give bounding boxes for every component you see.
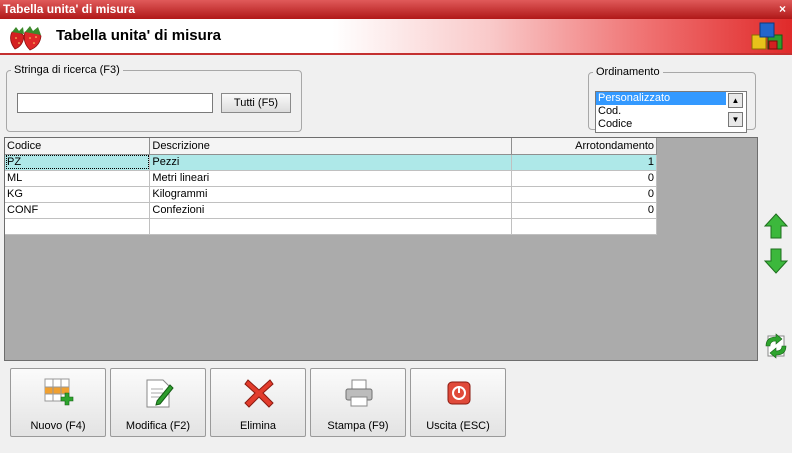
cell-code[interactable]: ML [5,170,151,187]
edit-button[interactable]: Modifica (F2) [110,368,206,437]
ordering-group: Ordinamento Personalizzato Cod. Codice ▲… [588,66,756,133]
search-input[interactable] [17,93,213,113]
edit-button-label: Modifica (F2) [125,420,191,432]
cell-description[interactable]: Pezzi [149,154,513,171]
refresh-icon[interactable] [763,332,789,360]
cell-description[interactable]: Confezioni [149,202,513,219]
window-title: Tabella unita' di misura [3,2,135,16]
close-icon[interactable]: × [779,0,786,19]
cell-description[interactable] [149,218,513,235]
window-titlebar: Tabella unita' di misura × [0,0,792,19]
units-table: Codice Descrizione Arrotondamento PZ Pez… [5,138,657,235]
print-button-label: Stampa (F9) [327,420,389,432]
units-grid-area: Codice Descrizione Arrotondamento PZ Pez… [4,137,758,361]
ordering-listbox[interactable]: Personalizzato Cod. Codice ▲ ▼ [595,91,747,133]
ordering-option[interactable]: Personalizzato [596,92,726,105]
edit-document-icon [146,379,174,408]
exit-button-label: Uscita (ESC) [426,420,490,432]
delete-x-icon [244,379,274,408]
cell-code[interactable]: KG [5,186,151,203]
header-banner: Tabella unita' di misura [0,19,792,55]
delete-button[interactable]: Elimina [210,368,306,437]
add-row-icon [44,378,74,406]
column-header-code[interactable]: Codice [5,138,151,155]
cell-code[interactable]: PZ [5,154,151,171]
cell-rounding[interactable]: 0 [511,170,657,187]
exit-button[interactable]: Uscita (ESC) [410,368,506,437]
cubes-icon [751,22,783,50]
arrow-up-icon[interactable] [763,212,789,240]
table-new-row[interactable] [5,218,657,235]
ordering-scrollbar[interactable]: ▲ ▼ [728,93,745,131]
ordering-legend: Ordinamento [596,66,660,78]
cell-code[interactable]: CONF [5,202,151,219]
scroll-down-icon[interactable]: ▼ [728,112,743,127]
table-row[interactable]: PZ Pezzi 1 [5,154,657,171]
column-header-description[interactable]: Descrizione [149,138,513,155]
delete-button-label: Elimina [239,420,277,432]
cell-rounding[interactable]: 1 [511,154,657,171]
ordering-option[interactable]: Cod. [596,105,726,118]
show-all-button[interactable]: Tutti (F5) [221,93,291,113]
new-button[interactable]: Nuovo (F4) [10,368,106,437]
print-button[interactable]: Stampa (F9) [310,368,406,437]
table-header-row: Codice Descrizione Arrotondamento [5,138,657,155]
table-row[interactable]: ML Metri lineari 0 [5,170,657,187]
search-legend: Stringa di ricerca (F3) [14,64,120,76]
cell-rounding[interactable]: 0 [511,202,657,219]
strawberry-icon [10,26,42,51]
cell-code[interactable] [5,218,151,235]
cell-rounding[interactable]: 0 [511,186,657,203]
cell-description[interactable]: Metri lineari [149,170,513,187]
table-row[interactable]: CONF Confezioni 0 [5,202,657,219]
column-header-rounding[interactable]: Arrotondamento [511,138,657,155]
table-row[interactable]: KG Kilogrammi 0 [5,186,657,203]
new-button-label: Nuovo (F4) [30,420,86,432]
cell-description[interactable]: Kilogrammi [149,186,513,203]
printer-icon [345,379,373,407]
ordering-option[interactable]: Codice [596,118,726,131]
page-title: Tabella unita' di misura [56,27,221,44]
scroll-up-icon[interactable]: ▲ [728,93,743,108]
exit-power-icon [447,381,471,405]
arrow-down-icon[interactable] [763,247,789,275]
search-group: Stringa di ricerca (F3) Tutti (F5) [6,64,302,132]
cell-rounding[interactable] [511,218,657,235]
